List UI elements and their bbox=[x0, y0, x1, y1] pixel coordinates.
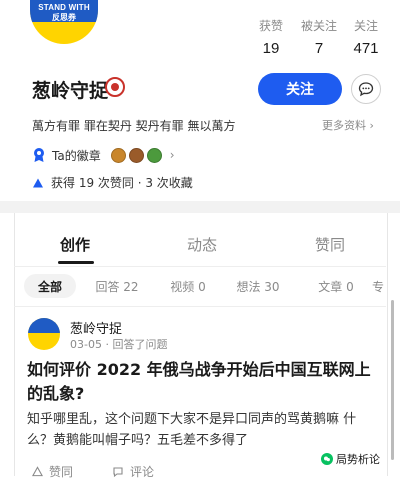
post-meta: 03-05 · 回答了问题 bbox=[70, 338, 168, 351]
watermark-text: 局势析论 bbox=[336, 453, 380, 466]
filter-articles[interactable]: 文章 0 bbox=[308, 274, 364, 298]
filter-answers[interactable]: 回答 22 bbox=[87, 274, 147, 298]
avatar-text-bottom: 反思券 bbox=[52, 13, 76, 22]
profile-avatar[interactable]: STAND WITH 反思券 bbox=[30, 0, 98, 44]
more-info-link[interactable]: 更多资料 › bbox=[322, 117, 374, 133]
stat-label: 关注 bbox=[353, 19, 378, 33]
tab-create[interactable]: 创作 bbox=[60, 234, 90, 255]
follow-button[interactable]: 关注 bbox=[258, 73, 342, 105]
stat-value: 471 bbox=[353, 40, 379, 57]
chevron-right-icon: › bbox=[169, 148, 175, 162]
filter-videos[interactable]: 视频 0 bbox=[160, 274, 216, 298]
stat-value: 7 bbox=[314, 40, 324, 57]
badges-label: Ta的徽章 bbox=[52, 148, 101, 163]
stat-label: 被关注 bbox=[300, 19, 337, 33]
chat-bubble-icon bbox=[358, 82, 374, 97]
triangle-upvote-icon bbox=[33, 178, 43, 187]
ribbon-badge-icon bbox=[34, 148, 44, 162]
tab-activity[interactable]: 动态 bbox=[187, 234, 217, 255]
badge-green-icon bbox=[146, 147, 162, 163]
stat-followers[interactable]: 被关注 7 bbox=[297, 17, 341, 57]
filter-all[interactable]: 全部 bbox=[24, 274, 76, 298]
stat-following[interactable]: 关注 471 bbox=[349, 17, 383, 57]
filter-more[interactable]: 专 bbox=[372, 274, 386, 298]
badge-brown-icon bbox=[128, 147, 144, 163]
upvote-label: 赞同 bbox=[49, 465, 74, 479]
tab-active-indicator bbox=[58, 261, 94, 264]
comment-label: 评论 bbox=[130, 465, 155, 479]
triangle-upvote-icon bbox=[32, 466, 43, 477]
likes-summary: 获得 19 次赞同 · 3 次收藏 bbox=[32, 174, 193, 191]
wechat-icon bbox=[321, 453, 333, 465]
section-separator bbox=[0, 201, 400, 213]
identity-badge-icon[interactable] bbox=[105, 77, 125, 97]
stat-label: 获赞 bbox=[258, 19, 283, 33]
stat-likes[interactable]: 获赞 19 bbox=[254, 17, 288, 57]
divider bbox=[14, 306, 386, 307]
scrollbar[interactable] bbox=[391, 300, 394, 460]
likes-text: 获得 19 次赞同 · 3 次收藏 bbox=[51, 176, 193, 190]
badge-orange-icon bbox=[110, 147, 126, 163]
profile-name: 葱岭守捉 bbox=[32, 80, 109, 102]
wechat-watermark: 局势析论 bbox=[318, 450, 383, 468]
message-button[interactable] bbox=[351, 74, 381, 104]
post-excerpt[interactable]: 知乎哪里乱，这个问题下大家不是异口同声的骂黄鹅嘛 什么？黄鹅能叫帽子吗？五毛差不… bbox=[27, 409, 379, 451]
post-author[interactable]: 葱岭守捉 bbox=[70, 318, 122, 337]
post-question-title[interactable]: 如何评价 2022 年俄乌战争开始后中国互联网上的乱象? bbox=[27, 358, 377, 406]
comment-button[interactable]: 评论 bbox=[112, 463, 154, 480]
filter-thoughts[interactable]: 想法 30 bbox=[227, 274, 289, 298]
stat-value: 19 bbox=[262, 40, 280, 57]
badges-row[interactable]: Ta的徽章 › bbox=[32, 147, 175, 163]
divider bbox=[14, 266, 386, 267]
author-avatar[interactable] bbox=[28, 318, 60, 350]
upvote-button[interactable]: 赞同 bbox=[32, 463, 73, 480]
profile-bio: 萬方有罪 罪在契丹 契丹有罪 無以萬方 bbox=[32, 119, 236, 133]
avatar-text-top: STAND WITH bbox=[38, 3, 90, 12]
tab-upvoted[interactable]: 赞同 bbox=[315, 234, 345, 255]
